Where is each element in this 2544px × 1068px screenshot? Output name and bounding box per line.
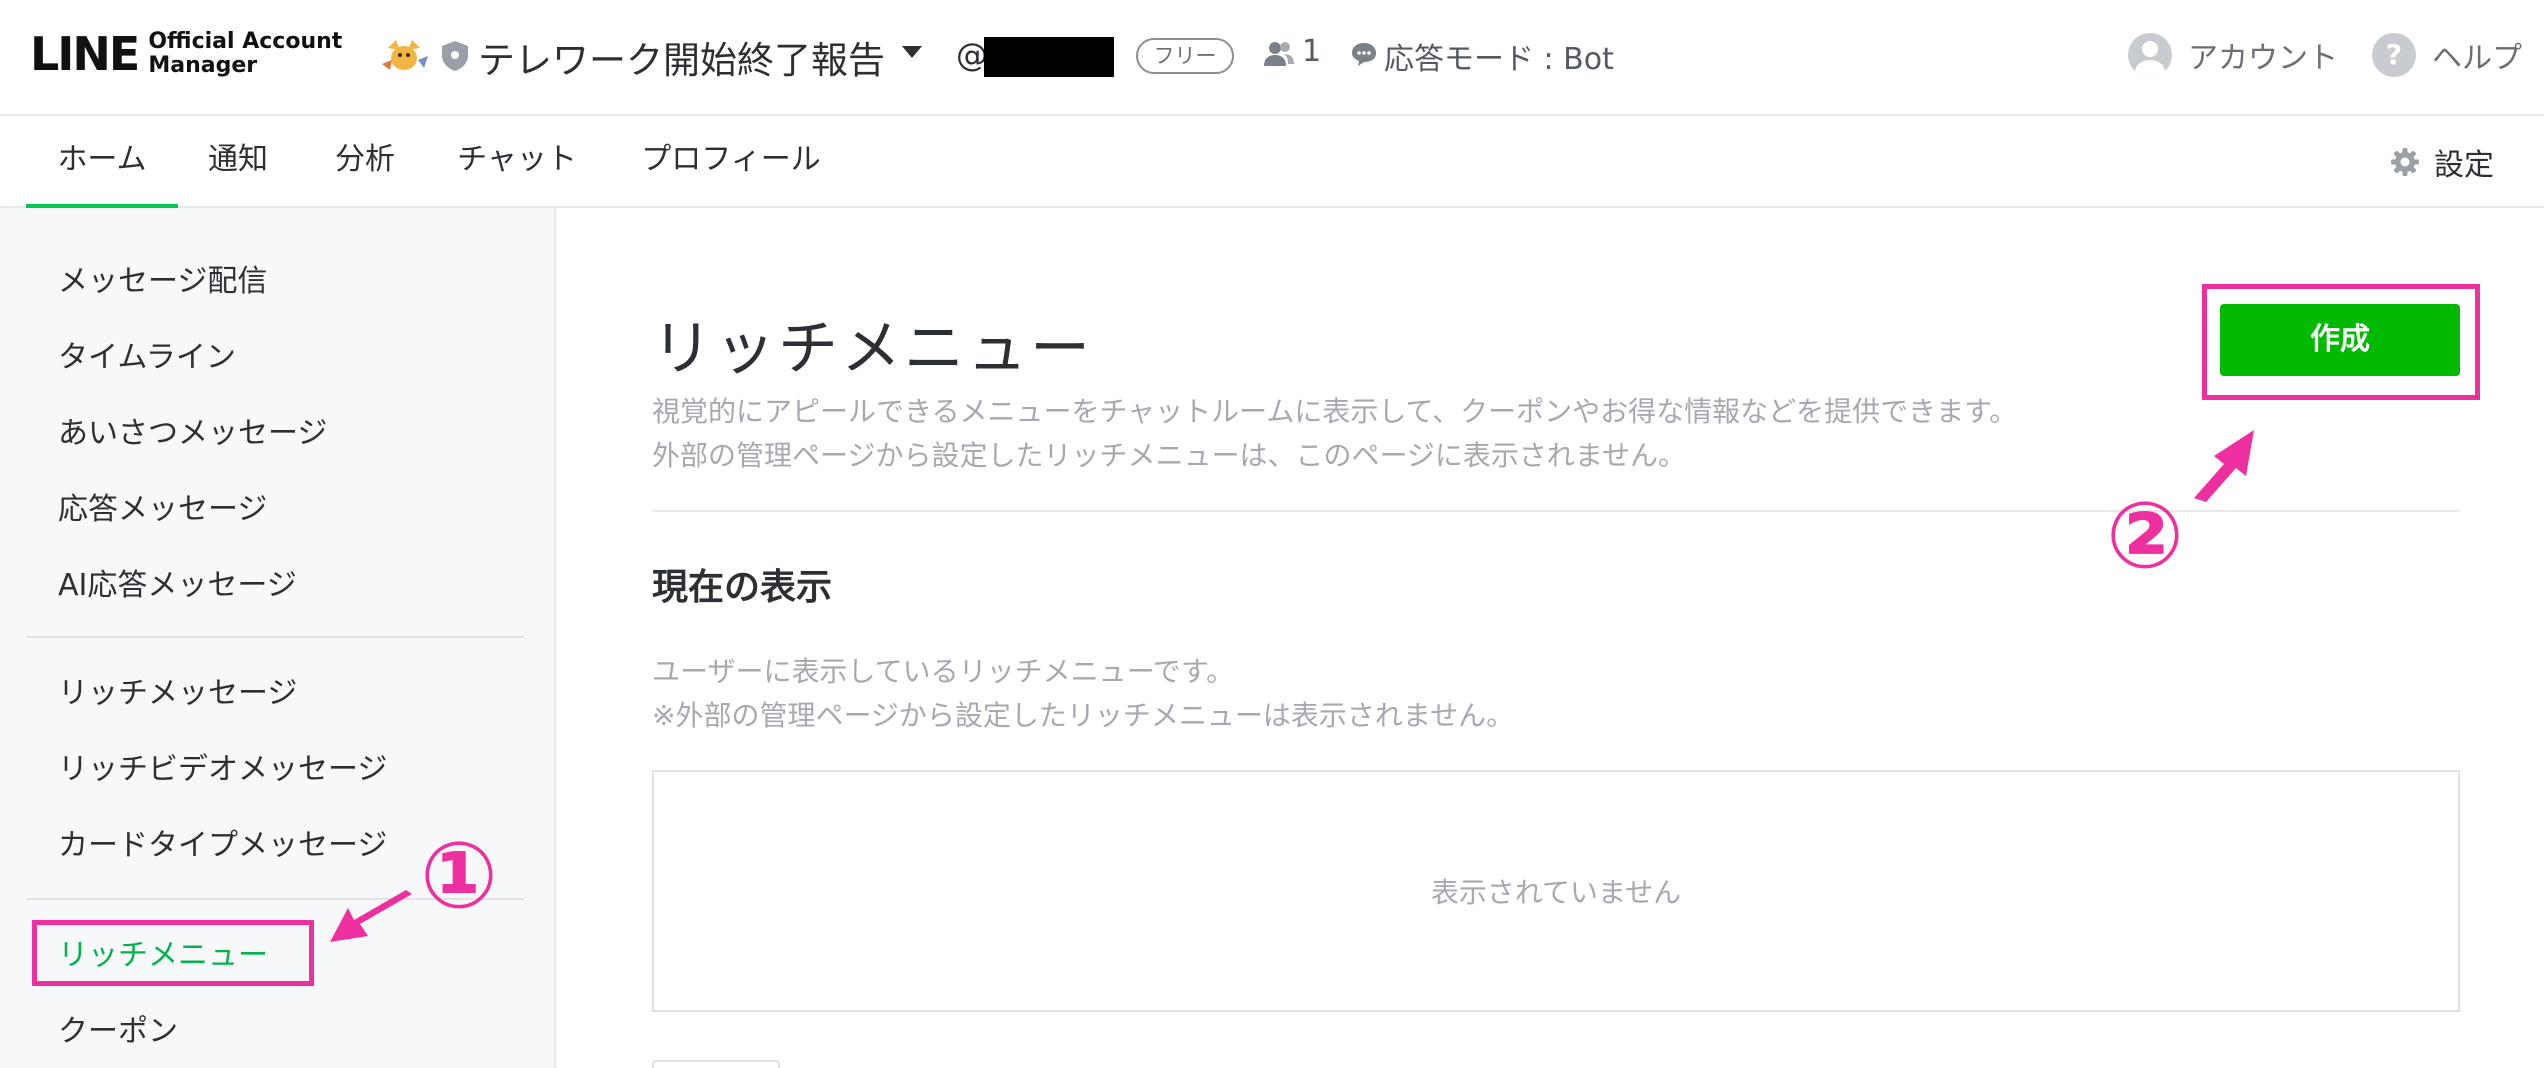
- create-button[interactable]: 作成: [2220, 304, 2460, 376]
- sidebar-item-rich-message[interactable]: リッチメッセージ: [58, 668, 297, 712]
- callout-number-1: ①: [420, 822, 498, 929]
- shield-icon: [442, 41, 468, 71]
- friends-count: 1: [1302, 34, 1322, 69]
- section-title-current-display: 現在の表示: [652, 567, 833, 608]
- current-rich-menu-preview: 表示されていません: [652, 770, 2460, 1012]
- account-menu[interactable]: アカウント: [2128, 32, 2338, 78]
- line-oa-manager-logo[interactable]: LINE Official Account Manager: [30, 27, 342, 81]
- section-description-line1: ユーザーに表示しているリッチメニューです。: [652, 655, 1235, 688]
- annotation-highlight-rich-menu: [32, 920, 314, 986]
- sidebar-divider: [26, 636, 524, 638]
- sidebar-item-timeline[interactable]: タイムライン: [58, 332, 236, 376]
- sidebar-item-coupon[interactable]: クーポン: [58, 1006, 178, 1050]
- logo-sub-line2: Manager: [148, 53, 258, 78]
- help-label: ヘルプ: [2432, 41, 2522, 76]
- top-header: LINE Official Account Manager テレワーク開始終了報…: [0, 0, 2544, 116]
- tab-home[interactable]: ホーム: [26, 116, 178, 210]
- account-id-redacted: [984, 37, 1114, 77]
- sidebar-item-rich-video-message[interactable]: リッチビデオメッセージ: [58, 744, 387, 788]
- friends-icon: [1264, 42, 1294, 66]
- chat-bubble-icon: [1352, 43, 1376, 66]
- page-description-line1: 視覚的にアピールできるメニューをチャットルームに表示して、クーポンやお得な情報な…: [652, 395, 2018, 428]
- page-description-line2: 外部の管理ページから設定したリッチメニューは、このページに表示されません。: [652, 439, 1687, 472]
- tab-profile[interactable]: プロフィール: [636, 116, 826, 208]
- settings-label: 設定: [2434, 148, 2494, 183]
- empty-state-text: 表示されていません: [1430, 876, 1682, 909]
- section-divider: [652, 510, 2460, 512]
- logo-line-text: LINE: [30, 27, 140, 81]
- account-name[interactable]: テレワーク開始終了報告: [478, 30, 885, 84]
- sidebar-item-auto-response[interactable]: 応答メッセージ: [58, 484, 267, 528]
- settings-link[interactable]: 設定: [2390, 116, 2494, 208]
- sidebar-item-card-type-message[interactable]: カードタイプメッセージ: [58, 820, 387, 864]
- sidebar-item-message-delivery[interactable]: メッセージ配信: [58, 256, 267, 300]
- arrow-icon: [330, 890, 412, 942]
- sidebar-item-ai-response[interactable]: AI応答メッセージ: [58, 560, 297, 604]
- main-tab-bar: ホーム 通知 分析 チャット プロフィール 設定: [0, 116, 2544, 210]
- avatar-icon: [2128, 33, 2172, 77]
- page-title: リッチメニュー: [652, 314, 1093, 384]
- logo-sub-line1: Official Account: [148, 29, 343, 54]
- logo-sub-text: Official Account Manager: [148, 30, 342, 78]
- caret-down-icon[interactable]: [902, 46, 922, 58]
- tab-analytics[interactable]: 分析: [320, 116, 410, 208]
- gear-icon: [2391, 148, 2419, 176]
- tab-notifications[interactable]: 通知: [196, 116, 280, 208]
- help-icon: ?: [2372, 33, 2416, 77]
- sidebar-item-greeting-message[interactable]: あいさつメッセージ: [58, 408, 327, 452]
- chat-mode-status[interactable]: 応答モード : Bot: [1384, 34, 1614, 78]
- account-mascot-icon[interactable]: [378, 30, 430, 78]
- callout-number-2: ②: [2106, 482, 2184, 589]
- plan-badge: フリー: [1136, 38, 1234, 74]
- partial-element: [652, 1060, 780, 1068]
- help-menu[interactable]: ? ヘルプ: [2372, 32, 2522, 78]
- section-description-line2: ※外部の管理ページから設定したリッチメニューは表示されません。: [652, 699, 1515, 732]
- account-label: アカウント: [2188, 41, 2338, 76]
- tab-chat[interactable]: チャット: [452, 116, 582, 208]
- arrow-icon: [2194, 430, 2254, 502]
